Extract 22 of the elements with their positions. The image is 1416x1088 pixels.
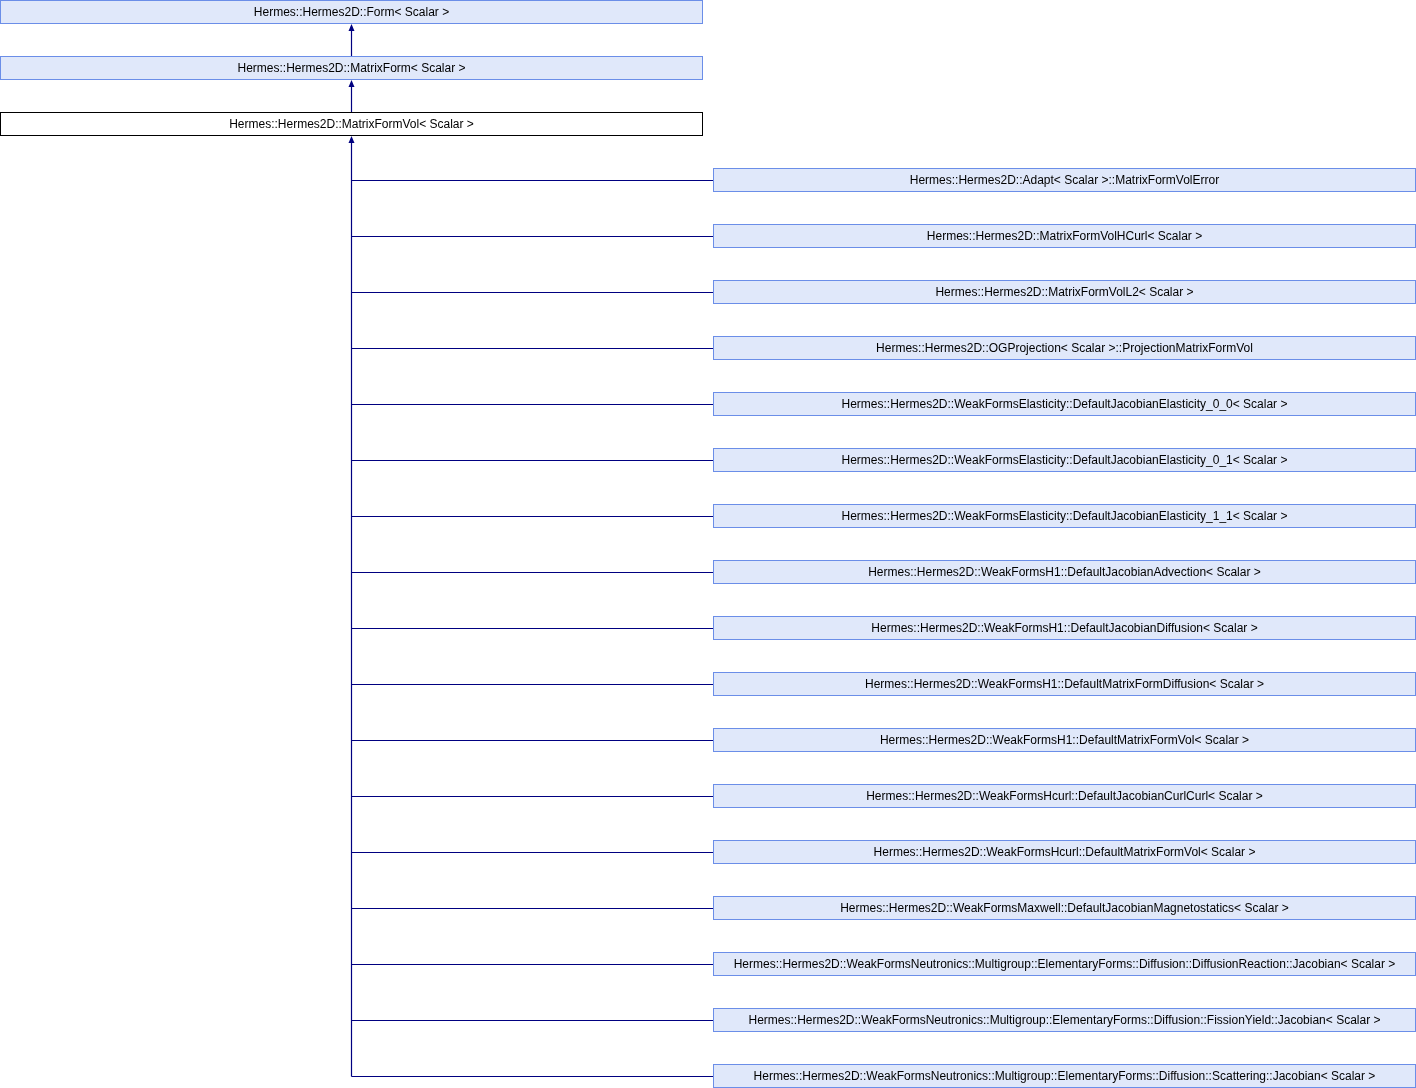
class-node[interactable]: Hermes::Hermes2D::Form< Scalar > [0,0,703,24]
class-node[interactable]: Hermes::Hermes2D::WeakFormsElasticity::DefaultJacobianElasticity_0_0< Scalar > [713,392,1416,416]
class-node[interactable]: Hermes::Hermes2D::WeakFormsHcurl::DefaultJacobianCurlCurl< Scalar > [713,784,1416,808]
class-node[interactable]: Hermes::Hermes2D::WeakFormsH1::DefaultJacobianAdvection< Scalar > [713,560,1416,584]
current-class-node[interactable]: Hermes::Hermes2D::MatrixFormVol< Scalar > [0,112,703,136]
class-node[interactable]: Hermes::Hermes2D::Adapt< Scalar >::MatrixFormVolError [713,168,1416,192]
class-node[interactable]: Hermes::Hermes2D::WeakFormsH1::DefaultMatrixFormVol< Scalar > [713,728,1416,752]
class-node[interactable]: Hermes::Hermes2D::WeakFormsNeutronics::Multigroup::ElementaryForms::Diffusion::Scattering::Jacobian< Scalar > [713,1064,1416,1088]
class-node[interactable]: Hermes::Hermes2D::WeakFormsNeutronics::Multigroup::ElementaryForms::Diffusion::DiffusionReaction::Jacobian< Scalar > [713,952,1416,976]
class-node[interactable]: Hermes::Hermes2D::OGProjection< Scalar >::ProjectionMatrixFormVol [713,336,1416,360]
inheritance-arrow [348,24,355,57]
class-node[interactable]: Hermes::Hermes2D::WeakFormsElasticity::DefaultJacobianElasticity_1_1< Scalar > [713,504,1416,528]
class-node[interactable]: Hermes::Hermes2D::WeakFormsMaxwell::DefaultJacobianMagnetostatics< Scalar > [713,896,1416,920]
class-node[interactable]: Hermes::Hermes2D::WeakFormsElasticity::DefaultJacobianElasticity_0_1< Scalar > [713,448,1416,472]
class-node[interactable]: Hermes::Hermes2D::WeakFormsHcurl::DefaultMatrixFormVol< Scalar > [713,840,1416,864]
class-node[interactable]: Hermes::Hermes2D::WeakFormsNeutronics::Multigroup::ElementaryForms::Diffusion::FissionYield::Jacobian< Scalar > [713,1008,1416,1032]
class-node[interactable]: Hermes::Hermes2D::MatrixFormVolHCurl< Scalar > [713,224,1416,248]
class-node[interactable]: Hermes::Hermes2D::MatrixForm< Scalar > [0,56,703,80]
inheritance-arrow [348,80,355,113]
class-node[interactable]: Hermes::Hermes2D::WeakFormsH1::DefaultJacobianDiffusion< Scalar > [713,616,1416,640]
class-node[interactable]: Hermes::Hermes2D::MatrixFormVolL2< Scalar > [713,280,1416,304]
class-node[interactable]: Hermes::Hermes2D::WeakFormsH1::DefaultMatrixFormDiffusion< Scalar > [713,672,1416,696]
